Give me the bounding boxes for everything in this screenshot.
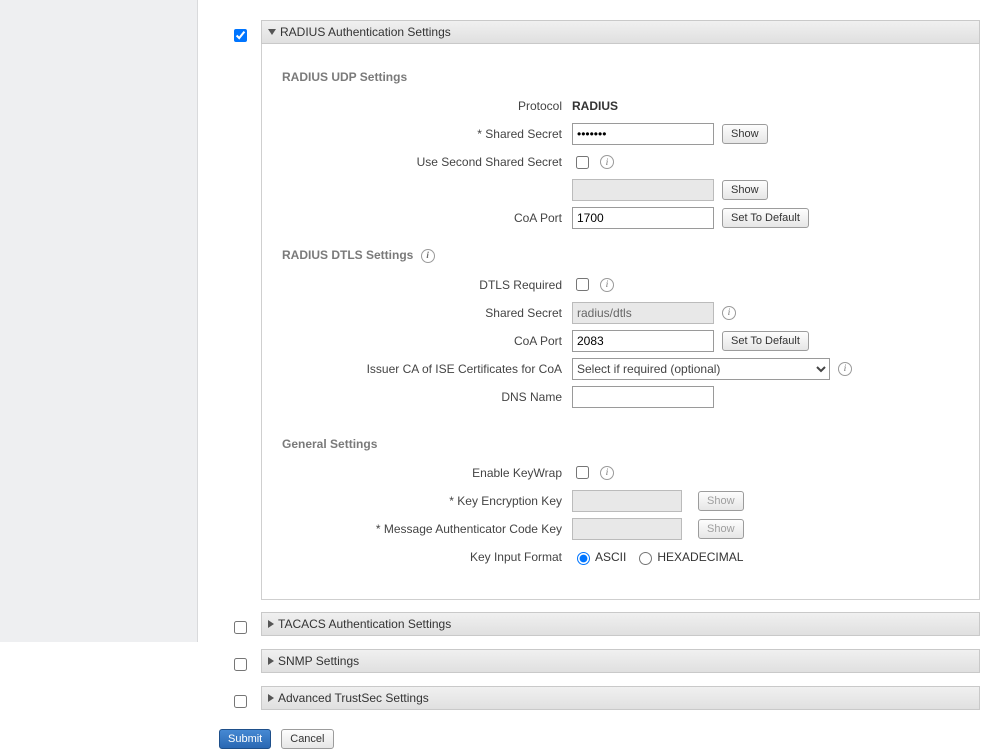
shared-secret-label: * Shared Secret: [282, 127, 572, 141]
dtls-shared-secret-label: Shared Secret: [282, 306, 572, 320]
submit-button[interactable]: Submit: [219, 729, 271, 749]
kek-input: [572, 490, 682, 512]
chevron-right-icon: [268, 657, 274, 665]
udp-coa-port-label: CoA Port: [282, 211, 572, 225]
dns-name-label: DNS Name: [282, 390, 572, 404]
dtls-shared-secret-input: [572, 302, 714, 324]
section-tacacs: TACACS Authentication Settings: [219, 612, 980, 637]
radius-panel-title: RADIUS Authentication Settings: [280, 25, 451, 39]
section-trustsec: Advanced TrustSec Settings: [219, 686, 980, 711]
snmp-panel-header[interactable]: SNMP Settings: [261, 649, 980, 673]
chevron-right-icon: [268, 620, 274, 628]
second-secret-input: [572, 179, 714, 201]
snmp-panel-title: SNMP Settings: [278, 654, 359, 668]
info-icon[interactable]: i: [600, 155, 614, 169]
dtls-coa-port-input[interactable]: [572, 330, 714, 352]
action-bar: Submit Cancel: [219, 729, 980, 749]
trustsec-panel-header[interactable]: Advanced TrustSec Settings: [261, 686, 980, 710]
page-content: RADIUS Authentication Settings RADIUS UD…: [219, 20, 980, 749]
chevron-right-icon: [268, 694, 274, 702]
general-section-title: General Settings: [282, 437, 959, 451]
format-ascii-option[interactable]: ASCII: [572, 549, 626, 565]
format-ascii-radio[interactable]: [577, 552, 590, 565]
dtls-required-label: DTLS Required: [282, 278, 572, 292]
tacacs-panel-title: TACACS Authentication Settings: [278, 617, 451, 631]
protocol-value: RADIUS: [572, 99, 618, 113]
dtls-coa-default-button[interactable]: Set To Default: [722, 331, 809, 351]
trustsec-enable-checkbox[interactable]: [234, 695, 247, 708]
format-hex-radio[interactable]: [639, 552, 652, 565]
snmp-enable-checkbox[interactable]: [234, 658, 247, 671]
trustsec-panel-title: Advanced TrustSec Settings: [278, 691, 429, 705]
chevron-down-icon: [268, 29, 276, 35]
enable-keywrap-label: Enable KeyWrap: [282, 466, 572, 480]
left-rail: [0, 0, 198, 642]
mack-show-button: Show: [698, 519, 744, 539]
tacacs-panel-header[interactable]: TACACS Authentication Settings: [261, 612, 980, 636]
protocol-label: Protocol: [282, 99, 572, 113]
issuer-ca-label: Issuer CA of ISE Certificates for CoA: [282, 362, 572, 376]
use-second-secret-checkbox[interactable]: [576, 156, 589, 169]
tacacs-enable-checkbox[interactable]: [234, 621, 247, 634]
second-secret-show-button[interactable]: Show: [722, 180, 768, 200]
radius-panel-body: RADIUS UDP Settings Protocol RADIUS * Sh…: [261, 44, 980, 600]
udp-coa-default-button[interactable]: Set To Default: [722, 208, 809, 228]
key-format-label: Key Input Format: [282, 550, 572, 564]
mack-label: * Message Authenticator Code Key: [282, 522, 572, 536]
udp-coa-port-input[interactable]: [572, 207, 714, 229]
use-second-secret-label: Use Second Shared Secret: [282, 155, 572, 169]
udp-section-title: RADIUS UDP Settings: [282, 70, 959, 84]
kek-show-button: Show: [698, 491, 744, 511]
section-snmp: SNMP Settings: [219, 649, 980, 674]
shared-secret-show-button[interactable]: Show: [722, 124, 768, 144]
kek-label: * Key Encryption Key: [282, 494, 572, 508]
dtls-required-checkbox[interactable]: [576, 278, 589, 291]
info-icon[interactable]: i: [722, 306, 736, 320]
dns-name-input[interactable]: [572, 386, 714, 408]
format-hex-option[interactable]: HEXADECIMAL: [634, 549, 743, 565]
radius-panel-header[interactable]: RADIUS Authentication Settings: [261, 20, 980, 44]
enable-keywrap-checkbox[interactable]: [576, 466, 589, 479]
info-icon[interactable]: i: [421, 249, 435, 263]
issuer-ca-select[interactable]: Select if required (optional): [572, 358, 830, 380]
info-icon[interactable]: i: [600, 278, 614, 292]
shared-secret-input[interactable]: [572, 123, 714, 145]
info-icon[interactable]: i: [838, 362, 852, 376]
dtls-coa-port-label: CoA Port: [282, 334, 572, 348]
radius-enable-checkbox[interactable]: [234, 29, 247, 42]
cancel-button[interactable]: Cancel: [281, 729, 333, 749]
info-icon[interactable]: i: [600, 466, 614, 480]
dtls-section-title: RADIUS DTLS Settings: [282, 248, 413, 262]
section-radius: RADIUS Authentication Settings RADIUS UD…: [219, 20, 980, 600]
mack-input: [572, 518, 682, 540]
